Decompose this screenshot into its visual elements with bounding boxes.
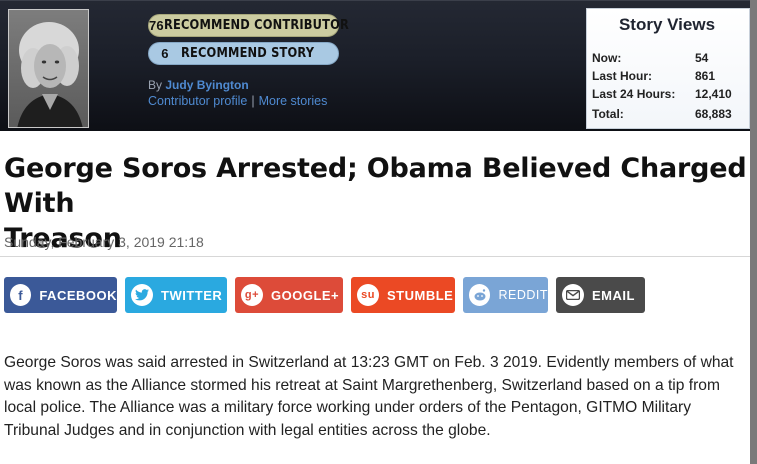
stumbleupon-icon: su bbox=[357, 284, 379, 306]
views-value: 12,410 bbox=[695, 87, 732, 101]
article-body-line: George Soros was said arrested in Switze… bbox=[4, 354, 734, 371]
google-plus-icon: g+ bbox=[241, 284, 263, 306]
views-value: 861 bbox=[695, 69, 716, 83]
views-value: 54 bbox=[695, 51, 709, 65]
recommend-story-button[interactable]: 6 RECOMMEND STORY bbox=[148, 42, 339, 65]
author-link[interactable]: Judy Byington bbox=[165, 78, 248, 92]
article-body-line: local police. The Alliance was a militar… bbox=[4, 399, 692, 417]
views-value: 68,883 bbox=[695, 107, 732, 121]
facebook-icon: f bbox=[10, 284, 32, 306]
share-reddit-button[interactable]: REDDIT bbox=[463, 277, 548, 313]
article-body-line: was known as the Alliance stormed his re… bbox=[4, 376, 720, 394]
recommend-contributor-count: 76 bbox=[149, 18, 164, 33]
twitter-icon bbox=[131, 284, 153, 306]
contributor-links: Contributor profile | More stories bbox=[148, 94, 327, 108]
more-stories-link[interactable]: More stories bbox=[259, 94, 328, 108]
contributor-header: 76 RECOMMEND CONTRIBUTOR 6 RECOMMEND STO… bbox=[0, 0, 750, 131]
recommend-contributor-button[interactable]: 76 RECOMMEND CONTRIBUTOR bbox=[148, 14, 349, 37]
article-title-line: George Soros Arrested; Obama Believed Ch… bbox=[4, 153, 747, 219]
share-stumble-button[interactable]: su STUMBLE bbox=[351, 277, 455, 313]
share-google-button[interactable]: g+ GOOGLE+ bbox=[235, 277, 343, 313]
contributor-profile-link[interactable]: Contributor profile bbox=[148, 94, 247, 108]
views-label: Last Hour: bbox=[592, 69, 652, 83]
story-views-panel: Story Views Now: 54 Last Hour: 861 Last … bbox=[586, 8, 750, 129]
page-gutter bbox=[750, 0, 757, 464]
story-views-title: Story Views bbox=[618, 15, 716, 34]
article-body-line: Tribunal Judges and in conjunction with … bbox=[4, 421, 491, 439]
share-twitter-label: TWITTER bbox=[161, 287, 223, 303]
share-reddit-label: REDDIT bbox=[498, 288, 548, 302]
views-label: Total: bbox=[592, 107, 624, 121]
page: 76 RECOMMEND CONTRIBUTOR 6 RECOMMEND STO… bbox=[0, 0, 750, 464]
byline-prefix: By bbox=[148, 78, 163, 92]
byline: By Judy Byington bbox=[148, 78, 249, 92]
views-label: Now: bbox=[592, 51, 622, 65]
divider bbox=[0, 256, 750, 257]
share-email-label: EMAIL bbox=[592, 287, 635, 303]
link-separator: | bbox=[251, 94, 255, 108]
envelope-icon bbox=[562, 284, 584, 306]
recommend-contributor-label: RECOMMEND CONTRIBUTOR bbox=[163, 18, 349, 33]
share-twitter-button[interactable]: TWITTER bbox=[125, 277, 227, 313]
reddit-icon bbox=[469, 284, 491, 306]
share-stumble-label: STUMBLE bbox=[387, 287, 454, 303]
views-label: Last 24 Hours: bbox=[592, 87, 676, 101]
share-facebook-label: FACEBOOK bbox=[39, 287, 117, 303]
article-date: Sunday, February 3, 2019 21:18 bbox=[4, 234, 204, 250]
article-body: George Soros was said arrested in Switze… bbox=[4, 352, 750, 442]
share-google-label: GOOGLE+ bbox=[271, 287, 340, 303]
recommend-story-label: RECOMMEND STORY bbox=[181, 46, 315, 61]
author-photo[interactable] bbox=[8, 9, 89, 128]
recommend-story-count: 6 bbox=[161, 46, 169, 61]
share-email-button[interactable]: EMAIL bbox=[556, 277, 645, 313]
share-facebook-button[interactable]: f FACEBOOK bbox=[4, 277, 117, 313]
